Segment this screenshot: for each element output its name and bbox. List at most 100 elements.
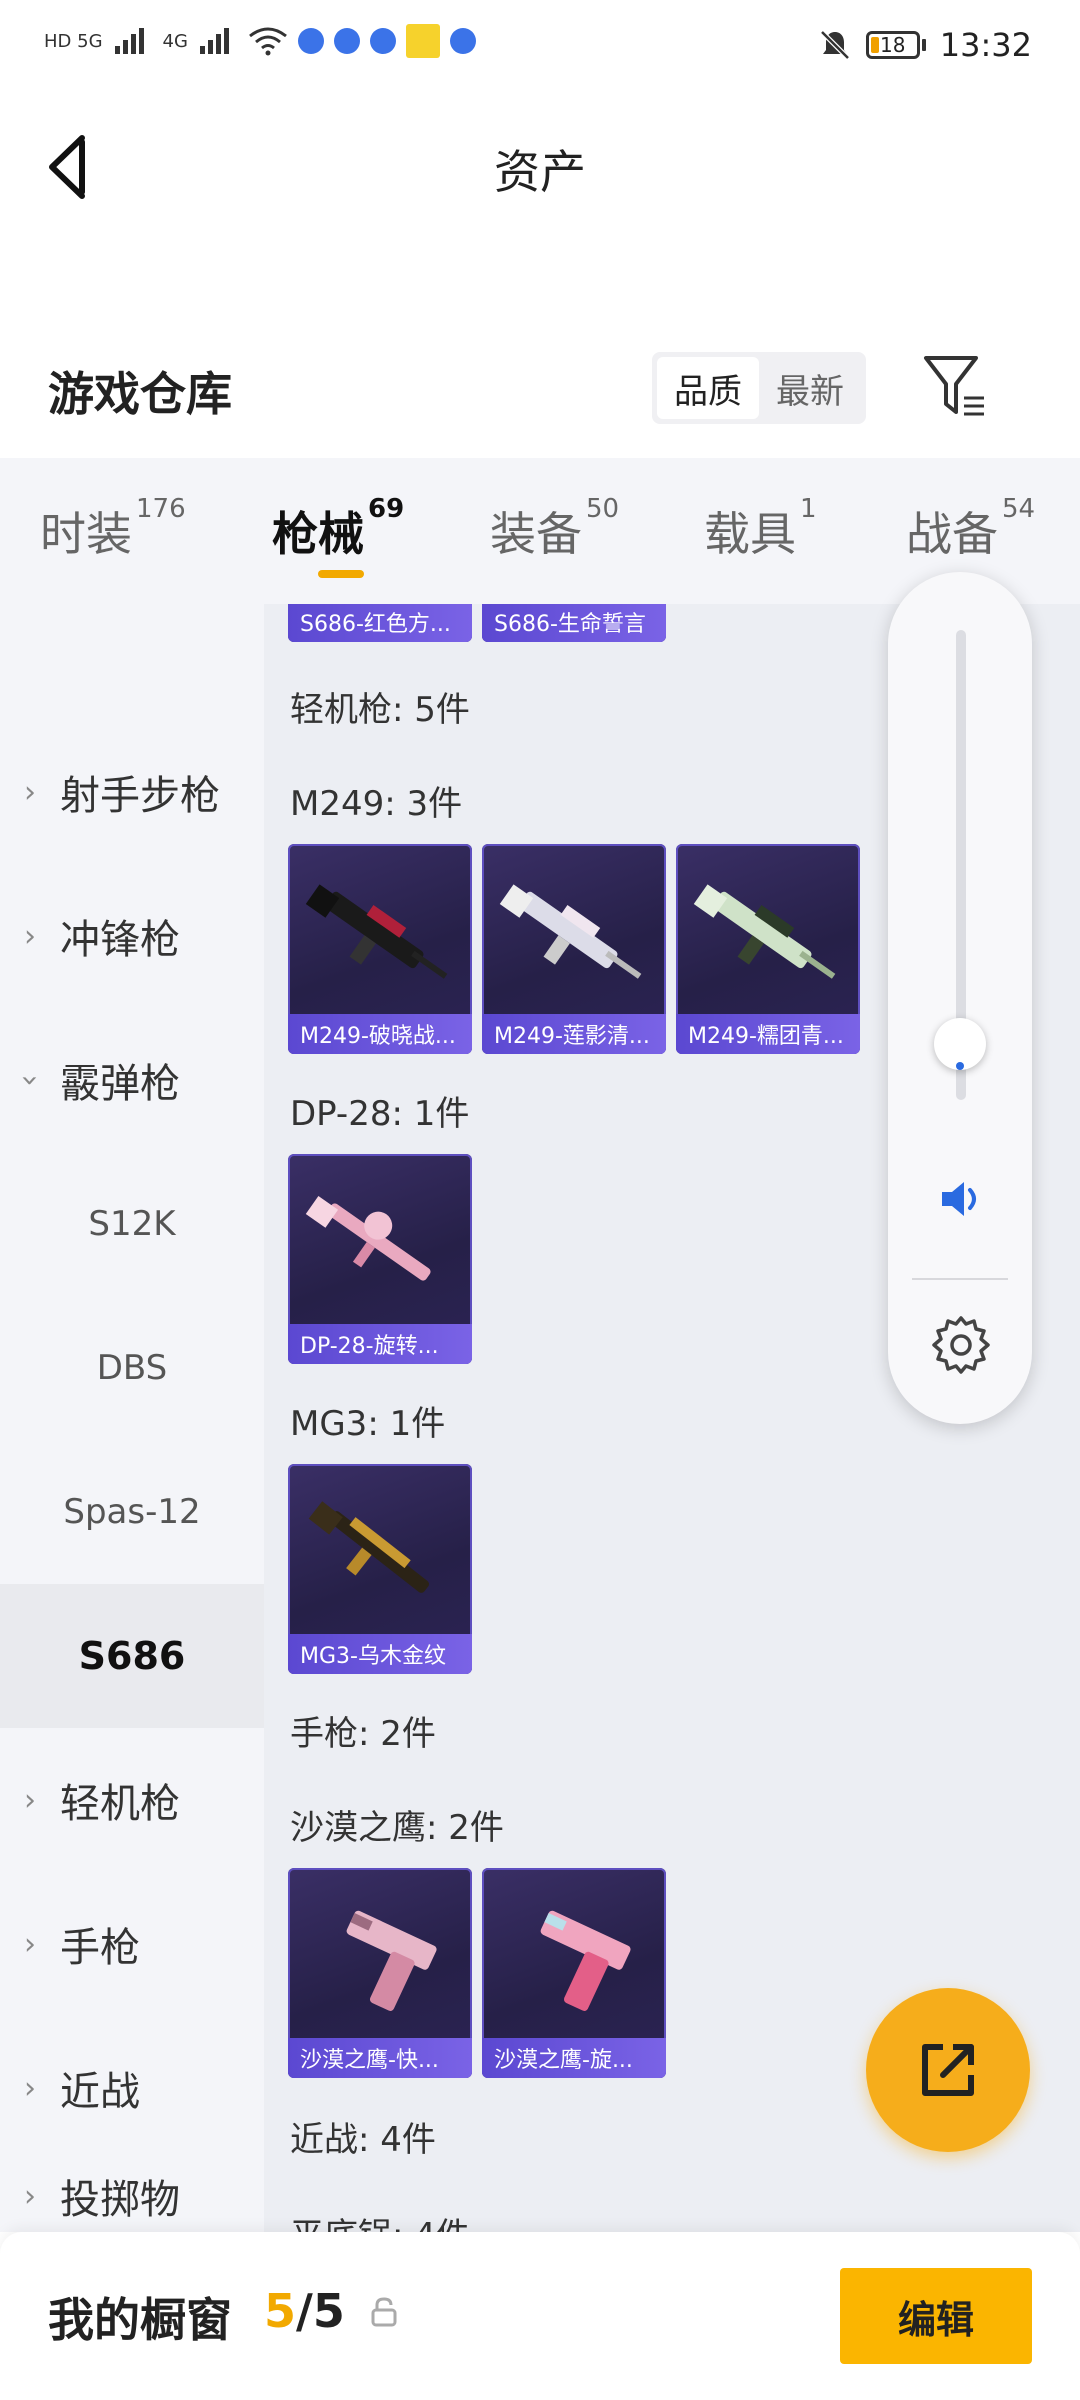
lmg-black-red-image xyxy=(305,884,448,979)
gear-icon[interactable] xyxy=(930,1314,992,1376)
chevron-right-icon: › xyxy=(24,774,36,810)
dnd-bell-off-icon xyxy=(820,30,850,60)
tab-count: 1 xyxy=(800,494,817,524)
sidebar-item-label: 投掷物 xyxy=(60,2177,180,2223)
status-right: 18 13:32 xyxy=(818,26,1032,64)
app-notification-icon xyxy=(369,28,396,54)
sidebar-item-label: 霰弹枪 xyxy=(60,1061,180,1107)
tab-count: 54 xyxy=(1002,494,1036,524)
showcase-current: 5 xyxy=(264,2284,297,2338)
item-card[interactable]: M249-糯团青... xyxy=(676,844,860,1054)
sidebar-item-pistol[interactable]: › 手枪 xyxy=(0,1872,264,2016)
app-notification-icon xyxy=(333,28,360,54)
chevron-right-icon: › xyxy=(24,918,36,954)
sidebar-item-shotgun[interactable]: › 霰弹枪 xyxy=(0,1008,264,1152)
tab-label: 装备 xyxy=(490,507,582,561)
sort-latest-button[interactable]: 最新 xyxy=(759,357,861,419)
sidebar-subitem-spas12[interactable]: Spas-12 xyxy=(0,1440,264,1584)
chevron-right-icon: › xyxy=(24,1926,36,1962)
tab-label: 时装 xyxy=(40,507,132,561)
tab-count: 50 xyxy=(586,494,620,524)
group-label: 平底锅: 4件 xyxy=(290,2208,470,2232)
item-card[interactable]: MG3-乌木金纹 xyxy=(288,1464,472,1674)
sidebar-subitem-dbs[interactable]: DBS xyxy=(0,1296,264,1440)
lmg-gold-image xyxy=(308,1501,430,1593)
lmg-pink-image xyxy=(305,1195,431,1281)
tab-count: 176 xyxy=(136,494,186,524)
group-label: 沙漠之鹰: 2件 xyxy=(290,1808,504,1848)
sidebar-item-throwables[interactable]: › 投掷物 xyxy=(0,2160,264,2232)
tab-equipment[interactable]: 装备 50 xyxy=(490,494,619,564)
item-card[interactable]: M249-莲影清... xyxy=(482,844,666,1054)
share-external-icon xyxy=(922,2044,974,2096)
share-fab-button[interactable] xyxy=(866,1988,1030,2152)
tab-guns[interactable]: 枪械 69 xyxy=(272,494,404,564)
signal-icon xyxy=(199,28,229,54)
tab-count: 69 xyxy=(368,494,405,524)
item-card[interactable]: DP-28-旋转... xyxy=(288,1154,472,1364)
item-card[interactable]: S686-生命誓言 xyxy=(482,604,666,642)
item-card-caption: S686-红色方... xyxy=(288,604,472,642)
item-card-caption: S686-生命誓言 xyxy=(482,604,666,642)
app-notification-icon xyxy=(449,28,476,54)
speaker-icon[interactable] xyxy=(936,1174,986,1224)
lmg-green-image xyxy=(693,884,836,979)
item-card-caption: M249-破晓战... xyxy=(288,1014,472,1054)
pistol-pink-image xyxy=(540,1910,631,2011)
network-type: HD 5G xyxy=(44,30,103,52)
tab-vehicles[interactable]: 载具 1 xyxy=(704,494,817,564)
sidebar-item-label: 射手步枪 xyxy=(60,773,220,819)
sidebar: › 射手步枪 › 冲锋枪 › 霰弹枪 S12K DBS Spas-12 S686 › 轻… xyxy=(0,604,264,2232)
chevron-right-icon: › xyxy=(24,2070,36,2106)
item-card[interactable]: S686-红色方... xyxy=(288,604,472,642)
status-bar: HD 5G 4G 18 13:32 xyxy=(0,0,1080,100)
item-card[interactable]: 沙漠之鹰-旋... xyxy=(482,1868,666,2078)
chevron-down-icon: › xyxy=(12,1074,48,1086)
chevron-right-icon: › xyxy=(24,1782,36,1818)
clock: 13:32 xyxy=(939,26,1032,64)
status-left: HD 5G 4G xyxy=(44,24,476,58)
sidebar-subitem-s686[interactable]: S686 xyxy=(0,1584,264,1728)
page-title: 资产 xyxy=(494,145,586,199)
sidebar-item-dmr[interactable]: › 射手步枪 xyxy=(0,720,264,864)
sidebar-subitem-s12k[interactable]: S12K xyxy=(0,1152,264,1296)
sidebar-item-smg[interactable]: › 冲锋枪 xyxy=(0,864,264,1008)
tab-fashion[interactable]: 时装 176 xyxy=(40,494,186,564)
showcase-count: 5/5 xyxy=(264,2284,345,2338)
active-tab-indicator xyxy=(318,570,364,578)
sidebar-item-label: 手枪 xyxy=(60,1925,140,1971)
volume-slider-thumb[interactable] xyxy=(934,1017,986,1070)
group-label: MG3: 1件 xyxy=(290,1404,446,1444)
volume-divider xyxy=(912,1278,1008,1280)
tab-supplies[interactable]: 战备 54 xyxy=(906,494,1035,564)
filter-list-icon[interactable] xyxy=(922,354,986,420)
lock-icon xyxy=(371,2297,397,2327)
lmg-white-image xyxy=(499,884,642,979)
network-type-2: 4G xyxy=(162,30,188,52)
sidebar-item-lmg[interactable]: › 轻机枪 xyxy=(0,1728,264,1872)
item-card-caption: MG3-乌木金纹 xyxy=(288,1634,472,1674)
group-label: 近战: 4件 xyxy=(290,2120,436,2160)
chevron-right-icon: › xyxy=(24,2178,36,2214)
battery-icon: 18 xyxy=(865,31,926,59)
warehouse-title: 游戏仓库 xyxy=(48,367,232,421)
group-label: 手枪: 2件 xyxy=(290,1714,436,1754)
group-label: M249: 3件 xyxy=(290,784,463,824)
sort-toggle: 品质 最新 xyxy=(652,352,866,424)
item-card-caption: M249-莲影清... xyxy=(482,1014,666,1054)
category-tabs: 时装 176 枪械 69 装备 50 载具 1 战备 54 xyxy=(0,458,1080,604)
item-card[interactable]: 沙漠之鹰-快... xyxy=(288,1868,472,2078)
sort-quality-button[interactable]: 品质 xyxy=(657,357,759,419)
app-notification-icon xyxy=(405,24,440,58)
sidebar-item-melee[interactable]: › 近战 xyxy=(0,2016,264,2160)
volume-panel xyxy=(888,572,1032,1424)
item-card[interactable]: M249-破晓战... xyxy=(288,844,472,1054)
edit-button[interactable]: 编辑 xyxy=(840,2268,1032,2364)
signal-icon xyxy=(114,28,144,54)
tab-label: 战备 xyxy=(906,507,998,561)
showcase-label: 我的橱窗 xyxy=(48,2293,232,2347)
battery-level: 18 xyxy=(880,33,906,57)
tab-label: 枪械 xyxy=(272,507,364,561)
screen: HD 5G 4G 18 13:32 资产 游戏仓库 品质 最新 时装 176 枪… xyxy=(0,0,1080,2400)
sidebar-item-label: 轻机枪 xyxy=(60,1781,180,1827)
